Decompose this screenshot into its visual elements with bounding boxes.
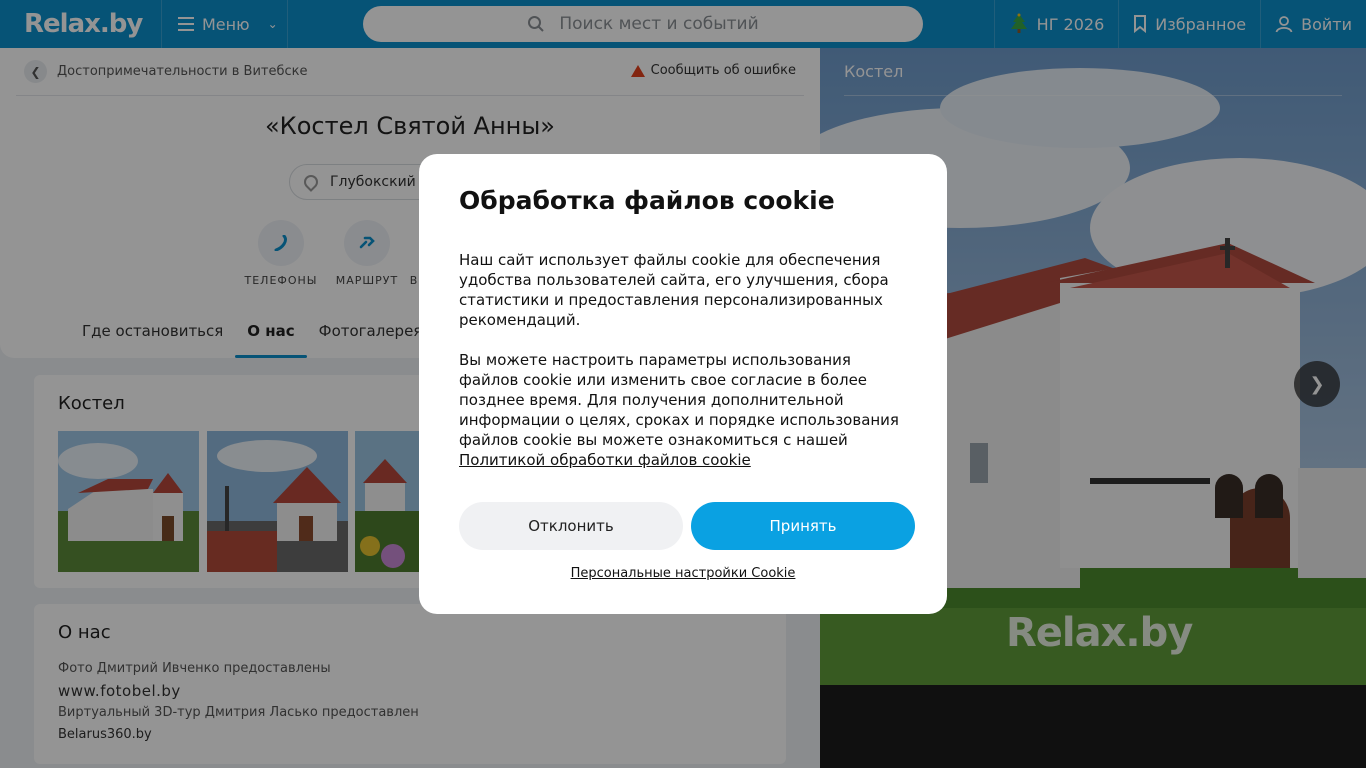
personal-settings-link[interactable]: Персональные настройки Cookie (419, 566, 947, 581)
decline-button[interactable]: Отклонить (459, 502, 683, 550)
cookie-dialog: Обработка файлов cookie Наш сайт использ… (419, 154, 947, 614)
accept-button[interactable]: Принять (691, 502, 915, 550)
cookie-dialog-title: Обработка файлов cookie (459, 186, 835, 215)
cookie-paragraph-2: Вы можете настроить параметры использова… (459, 351, 899, 449)
cookie-policy-link[interactable]: Политикой обработки файлов cookie (459, 451, 751, 469)
cookie-dialog-body: Наш сайт использует файлы cookie для обе… (459, 250, 909, 470)
cookie-paragraph-1: Наш сайт использует файлы cookie для обе… (459, 251, 889, 329)
